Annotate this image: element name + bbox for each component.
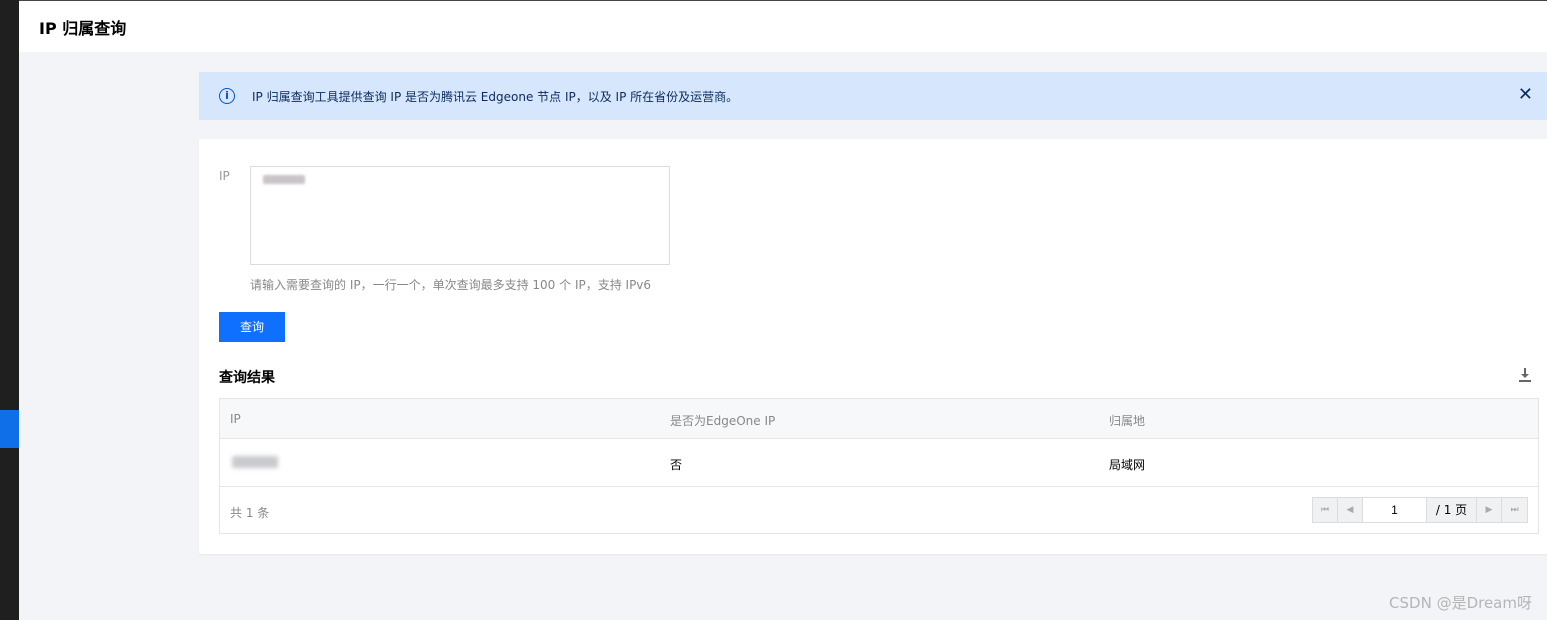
left-sidebar xyxy=(0,0,19,620)
page-title: IP 归属查询 xyxy=(39,19,127,38)
query-button[interactable]: 查询 xyxy=(219,312,285,342)
prev-page-icon[interactable]: ◀ xyxy=(1338,498,1363,522)
info-notice-banner: i IP 归属查询工具提供查询 IP 是否为腾讯云 Edgeone 节点 IP，… xyxy=(199,72,1547,120)
table-header: IP 是否为EdgeOne IP 归属地 xyxy=(220,399,1538,439)
results-title: 查询结果 xyxy=(219,370,275,386)
query-panel: IP 请输入需要查询的 IP，一行一个，单次查询最多支持 100 个 IP，支持… xyxy=(199,139,1547,554)
ip-field-label: IP xyxy=(219,169,230,183)
sidebar-active-item[interactable] xyxy=(0,410,19,448)
total-pages: / 1 页 xyxy=(1427,498,1477,522)
redacted-ip-cell xyxy=(232,456,278,468)
cell-is-edgeone: 否 xyxy=(670,458,683,472)
next-page-icon[interactable]: ▶ xyxy=(1477,498,1502,522)
close-icon[interactable]: ✕ xyxy=(1518,85,1533,105)
ip-input-textarea[interactable] xyxy=(250,166,670,265)
page-number-input[interactable] xyxy=(1363,498,1427,522)
page-header: IP 归属查询 xyxy=(19,0,1547,52)
info-circle-icon: i xyxy=(219,88,235,104)
first-page-icon[interactable]: ⏮ xyxy=(1313,498,1338,522)
results-table: IP 是否为EdgeOne IP 归属地 否 局域网 共 1 条 ⏮ ◀ / 1… xyxy=(219,398,1539,534)
pagination: ⏮ ◀ / 1 页 ▶ ⏭ xyxy=(1312,497,1528,523)
ip-help-text: 请输入需要查询的 IP，一行一个，单次查询最多支持 100 个 IP，支持 IP… xyxy=(250,278,652,292)
column-header-location: 归属地 xyxy=(1109,414,1146,428)
total-count: 共 1 条 xyxy=(230,506,270,520)
watermark: CSDN @是Dream呀 xyxy=(1389,594,1532,612)
column-header-is-edgeone: 是否为EdgeOne IP xyxy=(670,414,776,428)
download-icon[interactable] xyxy=(1519,368,1531,382)
redacted-ip-value xyxy=(263,175,305,184)
column-header-ip: IP xyxy=(230,412,241,426)
last-page-icon[interactable]: ⏭ xyxy=(1502,498,1527,522)
notice-text: IP 归属查询工具提供查询 IP 是否为腾讯云 Edgeone 节点 IP，以及… xyxy=(252,90,739,104)
table-row: 否 局域网 xyxy=(220,439,1538,487)
table-footer: 共 1 条 ⏮ ◀ / 1 页 ▶ ⏭ xyxy=(220,487,1538,533)
cell-location: 局域网 xyxy=(1109,458,1146,472)
